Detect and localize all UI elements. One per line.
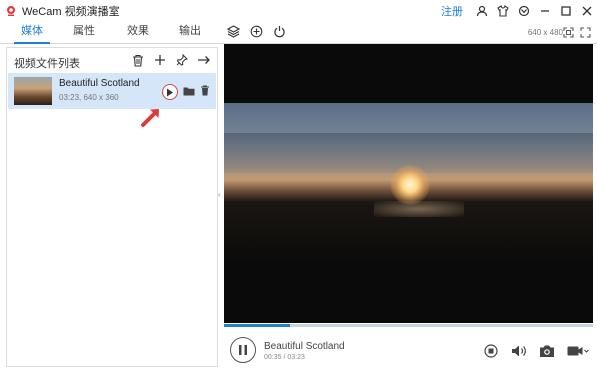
title-bar: WeCam 视频演播室 注册	[0, 0, 597, 22]
app-title: WeCam 视频演播室	[22, 6, 120, 18]
app-logo-icon	[5, 5, 17, 17]
video-sun	[390, 165, 430, 205]
file-list-item[interactable]: Beautiful Scotland 03:23, 640 x 360	[8, 73, 216, 109]
tab-media[interactable]: 媒体	[12, 22, 52, 44]
playback-progress[interactable]	[224, 324, 593, 327]
resolution-label: 640 x 480	[527, 28, 563, 37]
file-list-panel: 视频文件列表 Beautiful Scotland 03:23, 640 x 3…	[6, 47, 218, 367]
tab-effects[interactable]: 效果	[118, 22, 158, 44]
power-icon[interactable]	[273, 25, 286, 39]
stop-icon[interactable]	[483, 343, 499, 359]
trash-icon[interactable]	[200, 85, 210, 99]
tab-output[interactable]: 输出	[170, 22, 210, 44]
arrow-right-icon[interactable]	[197, 53, 211, 67]
now-playing-title: Beautiful Scotland	[264, 341, 345, 352]
now-playing-time: 00:35 / 03:23	[264, 354, 305, 361]
video-thumbnail	[14, 77, 52, 105]
close-icon[interactable]	[581, 5, 593, 17]
volume-icon[interactable]	[511, 343, 527, 359]
user-icon[interactable]	[476, 5, 488, 17]
record-video-icon[interactable]	[567, 343, 589, 359]
file-name: Beautiful Scotland	[59, 78, 140, 89]
camera-icon[interactable]	[539, 343, 555, 359]
video-preview	[224, 44, 593, 323]
tab-properties[interactable]: 属性	[64, 22, 104, 44]
pause-button[interactable]	[230, 337, 256, 363]
maximize-icon[interactable]	[560, 5, 572, 17]
fullscreen-icon[interactable]	[580, 27, 591, 41]
file-list-header: 视频文件列表	[7, 48, 217, 74]
minimize-icon[interactable]	[539, 5, 551, 17]
file-meta: 03:23, 640 x 360	[59, 93, 119, 102]
main-tabs-row: 媒体 属性 效果 输出 640 x 480	[0, 22, 597, 44]
layers-icon[interactable]	[226, 25, 241, 39]
pin-icon[interactable]	[175, 53, 189, 67]
playback-progress-fill	[224, 324, 291, 327]
register-link[interactable]: 注册	[441, 3, 463, 19]
add-circle-icon[interactable]	[250, 25, 263, 39]
folder-icon[interactable]	[183, 86, 195, 99]
fit-screen-icon[interactable]	[563, 27, 574, 41]
play-icon	[167, 88, 173, 96]
video-frame	[224, 103, 593, 263]
annotation-arrow-icon	[140, 104, 164, 128]
pause-icon	[239, 345, 247, 355]
delete-icon[interactable]	[131, 53, 145, 67]
play-file-button[interactable]	[162, 84, 178, 100]
shirt-icon[interactable]	[497, 5, 509, 17]
add-icon[interactable]	[153, 53, 167, 67]
file-list-title: 视频文件列表	[14, 58, 80, 70]
settings-icon[interactable]	[518, 5, 530, 17]
video-water-glare	[374, 201, 464, 217]
